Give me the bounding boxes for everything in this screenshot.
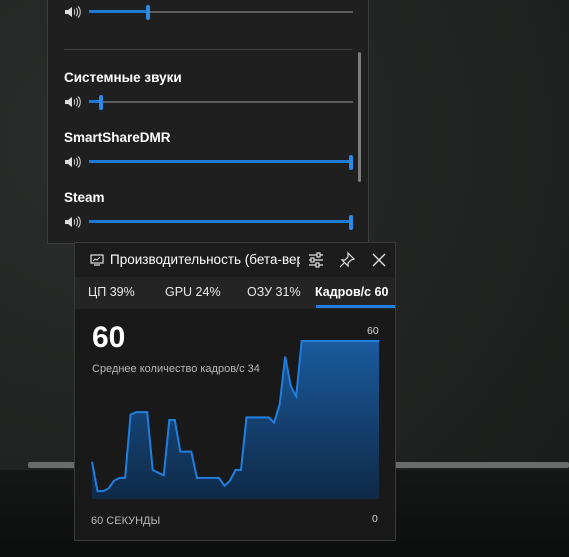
scrollbar[interactable] — [358, 52, 361, 182]
volume-slider[interactable] — [89, 95, 353, 110]
fps-point — [234, 469, 237, 471]
options-icon[interactable] — [306, 250, 326, 270]
divider — [64, 49, 352, 50]
fps-point — [301, 340, 303, 342]
fps-point — [174, 419, 176, 421]
chart-max-label: 60 — [367, 325, 379, 337]
fps-point — [356, 340, 358, 342]
fps-point — [113, 479, 115, 482]
fps-point — [334, 340, 336, 342]
audio-source-label: SmartShareDMR — [64, 130, 171, 145]
slider-fill — [89, 10, 146, 13]
fps-point — [135, 411, 137, 413]
monitor-icon — [90, 254, 104, 266]
speaker-icon[interactable] — [64, 5, 82, 19]
fps-point — [295, 395, 297, 397]
fps-point — [163, 474, 165, 476]
chart-area: 60 Среднее количество кадров/с 34 60 0 6… — [75, 309, 395, 540]
fps-point — [328, 340, 330, 342]
fps-point — [240, 469, 242, 471]
slider-thumb[interactable] — [146, 5, 150, 20]
fps-point — [256, 416, 259, 418]
performance-widget: Производительность (бета-версия) ЦП 39% … — [74, 242, 396, 541]
audio-source-label: Steam — [64, 190, 105, 205]
speaker-icon[interactable] — [64, 95, 82, 109]
fps-point — [91, 461, 93, 463]
fps-point — [196, 477, 198, 479]
fps-point — [218, 477, 220, 479]
tab-ram[interactable]: ОЗУ 31% — [247, 285, 301, 299]
audio-panel: Системные звуки SmartShareDMR Steam — [47, 0, 369, 244]
tab-cpu[interactable]: ЦП 39% — [88, 285, 135, 299]
close-icon[interactable] — [369, 250, 389, 270]
volume-slider[interactable] — [89, 155, 353, 170]
fps-point — [157, 472, 159, 474]
slider-thumb[interactable] — [349, 215, 353, 230]
fps-point — [185, 451, 187, 453]
current-fps-value: 60 — [92, 321, 126, 354]
fps-point — [262, 416, 264, 418]
metric-tabs: ЦП 39% GPU 24% ОЗУ 31% Кадров/с 60 — [75, 277, 395, 309]
fps-point — [279, 403, 281, 405]
fps-point — [345, 340, 347, 342]
audio-source-label: Системные звуки — [64, 70, 182, 85]
speaker-icon[interactable] — [64, 155, 82, 169]
fps-point — [141, 411, 143, 413]
fps-point — [372, 340, 375, 342]
chart-duration-label: 60 СЕКУНДЫ — [91, 515, 161, 527]
volume-slider[interactable] — [89, 5, 353, 20]
fps-point — [317, 340, 319, 342]
fps-point — [124, 477, 126, 479]
pin-icon[interactable] — [337, 250, 357, 270]
fps-point — [268, 416, 270, 418]
fps-point — [168, 419, 170, 421]
fps-point — [284, 356, 286, 358]
fps-point — [273, 422, 275, 424]
tab-fps[interactable]: Кадров/с 60 — [315, 285, 388, 299]
fps-point — [107, 487, 110, 490]
fps-point — [152, 469, 154, 471]
slider-thumb[interactable] — [349, 155, 353, 170]
fps-point — [367, 340, 369, 342]
slider-track[interactable] — [89, 101, 353, 103]
fps-point — [130, 414, 132, 416]
slider-fill — [89, 220, 349, 223]
fps-point — [223, 485, 226, 487]
fps-point — [245, 416, 248, 418]
fps-point — [212, 477, 215, 479]
volume-slider[interactable] — [89, 215, 353, 230]
slider-fill — [89, 100, 99, 103]
fps-point — [102, 490, 104, 492]
fps-point — [96, 490, 99, 492]
fps-point — [323, 340, 325, 342]
average-fps-label: Среднее количество кадров/с 34 — [92, 363, 260, 375]
tab-gpu[interactable]: GPU 24% — [165, 285, 221, 299]
fps-point — [190, 451, 192, 453]
fps-point — [179, 451, 181, 453]
fps-point — [229, 479, 231, 482]
widget-title: Производительность (бета-версия) — [110, 252, 300, 267]
fps-point — [378, 340, 380, 342]
fps-point — [312, 340, 314, 342]
active-tab-indicator — [316, 305, 395, 308]
fps-point — [201, 477, 203, 479]
fps-point — [306, 340, 308, 342]
fps-point — [290, 385, 292, 387]
speaker-icon[interactable] — [64, 215, 82, 229]
fps-point — [361, 340, 364, 342]
slider-fill — [89, 160, 349, 163]
fps-point — [251, 416, 253, 418]
fps-point — [350, 340, 353, 342]
fps-point — [118, 477, 121, 479]
widget-header[interactable]: Производительность (бета-версия) — [75, 243, 395, 277]
fps-point — [339, 340, 341, 342]
fps-point — [207, 477, 209, 479]
slider-thumb[interactable] — [99, 95, 103, 110]
fps-point — [146, 411, 148, 413]
chart-min-label: 0 — [372, 513, 378, 525]
